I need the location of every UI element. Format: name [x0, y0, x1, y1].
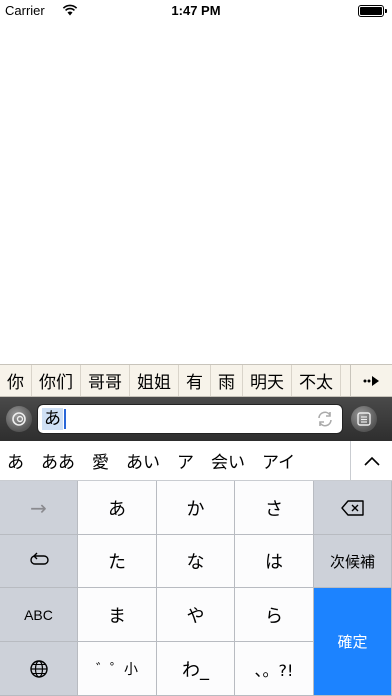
convert-icon[interactable] [316, 410, 334, 428]
key-ra-row[interactable]: ら [235, 588, 314, 642]
chevron-up-icon [363, 456, 380, 466]
candidate-item[interactable]: あい [119, 448, 167, 473]
battery-icon [358, 5, 384, 17]
key-wa-row[interactable]: わ_ [157, 642, 235, 696]
globe-key[interactable] [0, 642, 78, 696]
prediction-item[interactable]: 雨 [211, 365, 243, 396]
skip-forward-icon [363, 375, 379, 386]
prediction-item[interactable]: 明天 [243, 365, 292, 396]
undo-icon [29, 552, 49, 565]
kana-keyboard: → あ か さ た な は 次候補 ABC ま や ら 確定 ゛゜小 わ_ 、。… [0, 481, 392, 696]
candidate-item[interactable]: 愛 [85, 448, 116, 473]
list-icon [357, 412, 371, 426]
abc-label: ABC [24, 606, 53, 623]
key-sa-row[interactable]: さ [235, 481, 314, 535]
key-na-row[interactable]: な [157, 535, 235, 588]
arrow-right-icon: → [30, 495, 47, 520]
prediction-item[interactable]: 哥哥 [81, 365, 130, 396]
status-bar: Carrier 1:47 PM [0, 0, 392, 22]
key-a-row[interactable]: あ [78, 481, 157, 535]
candidate-item[interactable]: ああ [34, 448, 82, 473]
swirl-icon [12, 412, 26, 426]
clock: 1:47 PM [171, 3, 221, 18]
key-punctuation[interactable]: 、。?! [235, 642, 314, 696]
expand-candidates-button[interactable] [350, 441, 392, 480]
voice-input-button[interactable] [6, 406, 32, 432]
key-dakuten[interactable]: ゛゜小 [78, 642, 157, 696]
prediction-item[interactable]: 你 [0, 365, 32, 396]
input-bar: あ [0, 397, 392, 441]
prediction-item[interactable]: 不太 [292, 365, 341, 396]
candidate-item[interactable]: アイ [255, 448, 302, 473]
prediction-bar: 你 你们 哥哥 姐姐 有 雨 明天 不太 [0, 364, 392, 397]
composition-field[interactable]: あ [37, 404, 343, 434]
prediction-list: 你 你们 哥哥 姐姐 有 雨 明天 不太 [0, 365, 350, 396]
candidate-item[interactable]: ア [170, 448, 201, 473]
key-ka-row[interactable]: か [157, 481, 235, 535]
key-ha-row[interactable]: は [235, 535, 314, 588]
text-content-area[interactable] [0, 22, 392, 364]
next-candidate-label: 次候補 [329, 552, 375, 571]
candidate-item[interactable]: あ [0, 448, 31, 473]
candidate-list: あ ああ 愛 あい ア 会い アイ [0, 441, 350, 480]
key-ya-row[interactable]: や [157, 588, 235, 642]
more-predictions-button[interactable] [350, 365, 392, 396]
prediction-item[interactable]: 姐姐 [130, 365, 179, 396]
composition-text: あ [42, 408, 63, 430]
confirm-key[interactable]: 確定 [314, 588, 392, 696]
battery-tip [385, 9, 387, 13]
abc-mode-key[interactable]: ABC [0, 588, 78, 642]
cursor-right-key[interactable]: → [0, 481, 78, 535]
menu-button[interactable] [351, 406, 377, 432]
globe-icon [29, 659, 48, 678]
prediction-item[interactable]: 有 [179, 365, 211, 396]
candidate-bar: あ ああ 愛 あい ア 会い アイ [0, 441, 392, 481]
backspace-icon [340, 499, 364, 516]
undo-key[interactable] [0, 535, 78, 588]
next-candidate-key[interactable]: 次候補 [314, 535, 392, 588]
prediction-item[interactable]: 你们 [32, 365, 81, 396]
key-ma-row[interactable]: ま [78, 588, 157, 642]
text-cursor [64, 409, 66, 429]
key-ta-row[interactable]: た [78, 535, 157, 588]
candidate-item[interactable]: 会い [204, 448, 252, 473]
backspace-key[interactable] [314, 481, 392, 535]
